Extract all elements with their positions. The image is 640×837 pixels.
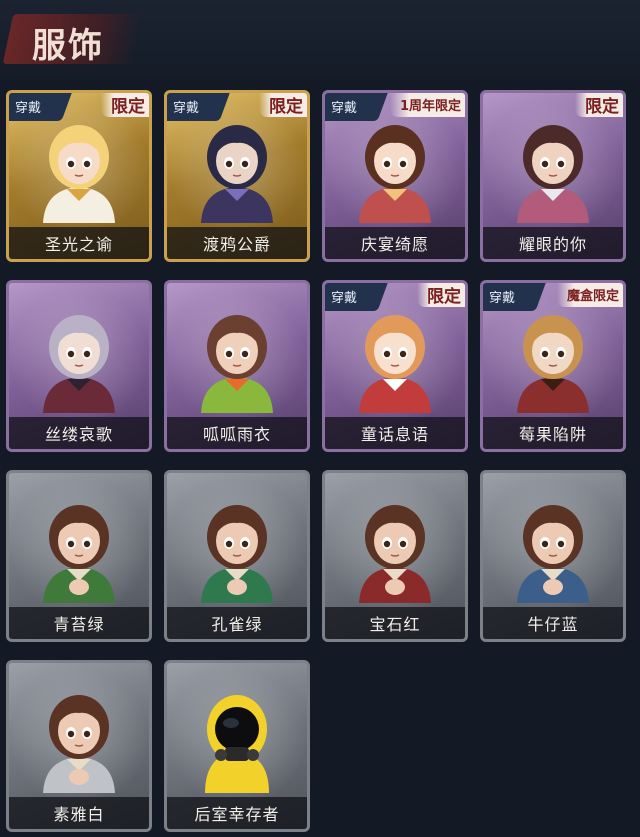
character-portrait: [201, 125, 273, 223]
character-portrait: [43, 505, 115, 603]
outfit-card[interactable]: 穿戴 1周年限定庆宴绮愿: [322, 90, 468, 262]
character-portrait: [201, 505, 273, 603]
outfit-name: 呱呱雨衣: [202, 425, 271, 444]
worn-label: 穿戴: [173, 101, 200, 116]
limited-tag-label: 限定: [111, 96, 145, 117]
outfit-card[interactable]: 穿戴 限定渡鸦公爵: [164, 90, 310, 262]
limited-tag-label: 限定: [269, 96, 303, 117]
outfit-name: 童话息语: [360, 425, 429, 444]
card-name-bar: 童话息语: [325, 417, 465, 449]
outfit-name: 宝石红: [369, 615, 421, 634]
outfit-card[interactable]: 后室幸存者: [164, 660, 310, 832]
outfit-card[interactable]: 穿戴 限定童话息语: [322, 280, 468, 452]
limited-tag: 魔盒限定: [556, 283, 623, 307]
character-portrait: [201, 315, 273, 413]
limited-tag: 限定: [259, 93, 307, 117]
outfit-name: 素雅白: [53, 805, 105, 824]
worn-label: 穿戴: [489, 291, 516, 306]
limited-tag-label: 限定: [427, 286, 461, 307]
card-name-bar: 呱呱雨衣: [167, 417, 307, 449]
outfit-card[interactable]: 穿戴 限定圣光之谕: [6, 90, 152, 262]
outfit-card[interactable]: 素雅白: [6, 660, 152, 832]
character-portrait: [43, 695, 115, 793]
outfit-name: 莓果陷阱: [518, 425, 587, 444]
outfit-card[interactable]: 孔雀绿: [164, 470, 310, 642]
limited-tag: 限定: [101, 93, 149, 117]
outfit-name: 耀眼的你: [518, 235, 587, 254]
card-name-bar: 莓果陷阱: [483, 417, 623, 449]
card-name-bar: 渡鸦公爵: [167, 227, 307, 259]
card-name-bar: 丝缕哀歌: [9, 417, 149, 449]
outfit-name: 牛仔蓝: [527, 615, 579, 634]
card-name-bar: 素雅白: [9, 797, 149, 829]
card-name-bar: 宝石红: [325, 607, 465, 639]
character-portrait: [205, 695, 269, 793]
worn-label: 穿戴: [331, 101, 358, 116]
outfit-name: 丝缕哀歌: [44, 425, 113, 444]
card-name-bar: 圣光之谕: [9, 227, 149, 259]
limited-tag: 限定: [575, 93, 623, 117]
character-portrait: [517, 505, 589, 603]
card-name-bar: 孔雀绿: [167, 607, 307, 639]
card-name-bar: 耀眼的你: [483, 227, 623, 259]
outfit-name: 圣光之谕: [44, 235, 113, 254]
character-portrait: [359, 505, 431, 603]
outfit-name: 青苔绿: [53, 615, 105, 634]
outfit-card[interactable]: 青苔绿: [6, 470, 152, 642]
limited-tag-label: 限定: [585, 96, 619, 117]
character-portrait: [517, 315, 589, 413]
outfit-card[interactable]: 穿戴 魔盒限定莓果陷阱: [480, 280, 626, 452]
limited-tag: 限定: [417, 283, 465, 307]
card-name-bar: 青苔绿: [9, 607, 149, 639]
outfit-grid: 穿戴 限定 圣光之谕 穿戴 限定 渡鸦公爵 穿戴 1周年限定 庆宴绮愿 限定 耀眼的你 丝缕哀歌 呱呱雨…: [0, 0, 640, 837]
outfit-card[interactable]: 宝石红: [322, 470, 468, 642]
worn-label: 穿戴: [15, 101, 42, 116]
character-portrait: [359, 315, 431, 413]
character-portrait: [517, 125, 589, 223]
outfit-name: 渡鸦公爵: [202, 235, 271, 254]
card-name-bar: 庆宴绮愿: [325, 227, 465, 259]
worn-label: 穿戴: [331, 291, 358, 306]
character-portrait: [43, 125, 115, 223]
outfit-name: 孔雀绿: [211, 615, 263, 634]
outfit-name: 庆宴绮愿: [360, 235, 429, 254]
card-name-bar: 后室幸存者: [167, 797, 307, 829]
character-portrait: [359, 125, 431, 223]
limited-tag: 1周年限定: [389, 93, 465, 117]
limited-tag-label: 1周年限定: [399, 98, 461, 114]
outfit-card[interactable]: 牛仔蓝: [480, 470, 626, 642]
card-name-bar: 牛仔蓝: [483, 607, 623, 639]
outfit-card[interactable]: 限定耀眼的你: [480, 90, 626, 262]
character-portrait: [43, 315, 115, 413]
limited-tag-label: 魔盒限定: [566, 288, 619, 304]
outfit-card[interactable]: 丝缕哀歌: [6, 280, 152, 452]
outfit-name: 后室幸存者: [194, 805, 280, 824]
outfit-card[interactable]: 呱呱雨衣: [164, 280, 310, 452]
